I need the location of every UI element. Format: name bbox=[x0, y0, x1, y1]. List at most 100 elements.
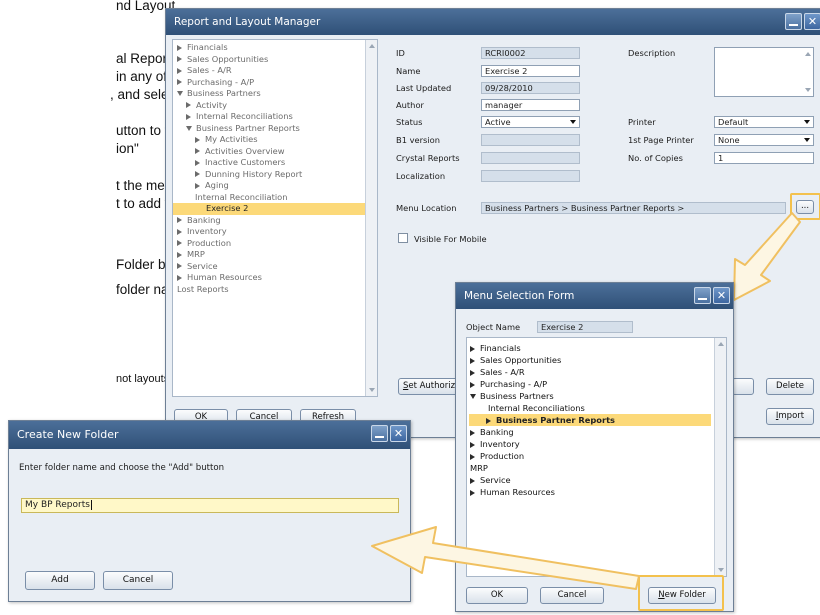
menu-ok-button[interactable]: OK bbox=[466, 587, 528, 604]
chevron-down-icon[interactable] bbox=[186, 125, 192, 131]
report-tree-item[interactable]: Lost Reports bbox=[177, 284, 229, 296]
chevron-right-icon[interactable] bbox=[177, 67, 182, 74]
report-tree-item[interactable]: Business Partners bbox=[177, 88, 261, 100]
report-tree-item[interactable]: MRP bbox=[177, 249, 205, 261]
chevron-right-icon[interactable] bbox=[186, 102, 191, 108]
report-tree-item[interactable]: Aging bbox=[195, 180, 229, 192]
chevron-right-icon[interactable] bbox=[177, 44, 182, 51]
first-page-printer-dropdown[interactable]: None bbox=[714, 134, 814, 146]
report-tree-item[interactable]: Internal Reconciliations bbox=[186, 111, 293, 123]
report-tree-item[interactable]: Inactive Customers bbox=[195, 157, 285, 169]
folder-name-input[interactable]: My BP Reports bbox=[21, 498, 399, 513]
description-scrollbar[interactable] bbox=[803, 48, 813, 96]
chevron-right-icon[interactable] bbox=[177, 263, 182, 269]
minimize-icon[interactable] bbox=[694, 287, 711, 304]
chevron-right-icon[interactable] bbox=[470, 357, 475, 364]
chevron-right-icon[interactable] bbox=[195, 159, 200, 166]
report-tree-label: Purchasing - A/P bbox=[187, 76, 255, 87]
report-tree-item[interactable]: Sales Opportunities bbox=[177, 54, 268, 66]
report-tree-item[interactable]: Human Resources bbox=[177, 272, 262, 284]
scroll-up-icon[interactable] bbox=[805, 52, 811, 56]
name-field[interactable]: Exercise 2 bbox=[481, 65, 580, 77]
report-tree-item[interactable]: My Activities bbox=[195, 134, 258, 146]
chevron-right-icon[interactable] bbox=[177, 274, 182, 281]
menu-tree-item[interactable]: Business Partners bbox=[470, 390, 554, 402]
close-icon[interactable]: ✕ bbox=[390, 425, 407, 442]
create-folder-titlebar: Create New Folder ✕ bbox=[9, 421, 410, 449]
report-tree-item[interactable]: Exercise 2 bbox=[173, 203, 365, 215]
printer-dropdown[interactable]: Default bbox=[714, 116, 814, 128]
report-tree-item[interactable]: Service bbox=[177, 261, 218, 273]
menu-tree-item[interactable]: Sales - A/R bbox=[470, 366, 525, 378]
chevron-right-icon[interactable] bbox=[177, 56, 182, 62]
menu-tree-item[interactable]: Financials bbox=[470, 342, 521, 354]
delete-button[interactable]: Delete bbox=[766, 378, 814, 395]
menu-tree-item[interactable]: Purchasing - A/P bbox=[470, 378, 547, 390]
report-tree-item[interactable]: Internal Reconciliation bbox=[195, 192, 287, 204]
close-icon[interactable]: ✕ bbox=[713, 287, 730, 304]
chevron-right-icon[interactable] bbox=[470, 369, 475, 376]
chevron-down-icon[interactable] bbox=[470, 394, 476, 399]
localization-field bbox=[481, 170, 580, 182]
visible-for-mobile-checkbox[interactable] bbox=[398, 233, 408, 243]
chevron-right-icon[interactable] bbox=[195, 182, 200, 189]
chevron-right-icon[interactable] bbox=[177, 217, 182, 223]
chevron-right-icon[interactable] bbox=[195, 171, 200, 177]
menu-tree-item[interactable]: Business Partner Reports bbox=[469, 414, 711, 426]
set-authorization-button[interactable]: Set Authoriz bbox=[398, 378, 460, 395]
chevron-right-icon[interactable] bbox=[470, 345, 475, 352]
chevron-right-icon[interactable] bbox=[470, 441, 475, 448]
minimize-icon[interactable] bbox=[371, 425, 388, 442]
chevron-right-icon[interactable] bbox=[486, 417, 491, 424]
menu-cancel-button[interactable]: Cancel bbox=[540, 587, 604, 604]
author-field[interactable]: manager bbox=[481, 99, 580, 111]
blank-button[interactable] bbox=[732, 378, 754, 395]
chevron-right-icon[interactable] bbox=[177, 251, 182, 258]
menu-tree-item[interactable]: Banking bbox=[470, 426, 514, 438]
report-tree-item[interactable]: Activities Overview bbox=[195, 146, 285, 158]
menu-tree-item[interactable]: MRP bbox=[470, 462, 488, 474]
menu-tree-item[interactable]: Sales Opportunities bbox=[470, 354, 561, 366]
minimize-icon[interactable] bbox=[785, 13, 802, 30]
report-tree-item[interactable]: Financials bbox=[177, 42, 228, 54]
report-tree-item[interactable]: Production bbox=[177, 238, 231, 250]
chevron-right-icon[interactable] bbox=[470, 453, 475, 460]
menu-tree-item[interactable]: Production bbox=[470, 450, 524, 462]
menu-tree-item[interactable]: Inventory bbox=[470, 438, 520, 450]
description-field[interactable] bbox=[714, 47, 814, 97]
report-tree-scrollbar[interactable] bbox=[365, 40, 377, 396]
create-folder-cancel-button[interactable]: Cancel bbox=[103, 571, 173, 590]
report-tree-item[interactable]: Banking bbox=[177, 215, 221, 227]
chevron-right-icon[interactable] bbox=[470, 429, 475, 436]
menu-tree-item[interactable]: Human Resources bbox=[470, 486, 555, 498]
import-button[interactable]: Import bbox=[766, 408, 814, 425]
report-tree-item[interactable]: Activity bbox=[186, 100, 227, 112]
report-tree-item[interactable]: Purchasing - A/P bbox=[177, 77, 254, 89]
chevron-right-icon[interactable] bbox=[177, 79, 182, 85]
chevron-right-icon[interactable] bbox=[470, 489, 475, 496]
chevron-right-icon[interactable] bbox=[195, 148, 200, 154]
chevron-right-icon[interactable] bbox=[470, 381, 475, 388]
report-tree-item[interactable]: Inventory bbox=[177, 226, 227, 238]
copies-field[interactable]: 1 bbox=[714, 152, 814, 164]
menu-tree-item[interactable]: Internal Reconciliations bbox=[488, 402, 585, 414]
scroll-up-icon[interactable] bbox=[718, 342, 724, 346]
status-dropdown[interactable]: Active bbox=[481, 116, 580, 128]
scroll-down-icon[interactable] bbox=[805, 88, 811, 92]
chevron-right-icon[interactable] bbox=[177, 240, 182, 246]
close-icon[interactable]: ✕ bbox=[804, 13, 820, 30]
chevron-right-icon[interactable] bbox=[177, 228, 182, 235]
chevron-down-icon[interactable] bbox=[177, 91, 183, 96]
scroll-up-icon[interactable] bbox=[369, 44, 375, 48]
report-tree-item[interactable]: Business Partner Reports bbox=[186, 123, 300, 135]
menu-tree-item[interactable]: Service bbox=[470, 474, 511, 486]
report-tree-item[interactable]: Sales - A/R bbox=[177, 65, 232, 77]
add-button[interactable]: Add bbox=[25, 571, 95, 590]
report-tree-item[interactable]: Dunning History Report bbox=[195, 169, 302, 181]
scroll-down-icon[interactable] bbox=[718, 568, 724, 572]
scroll-down-icon[interactable] bbox=[369, 388, 375, 392]
chevron-right-icon[interactable] bbox=[195, 136, 200, 143]
chevron-right-icon[interactable] bbox=[470, 477, 475, 484]
menu-tree-scrollbar[interactable] bbox=[714, 338, 726, 576]
chevron-right-icon[interactable] bbox=[186, 113, 191, 120]
